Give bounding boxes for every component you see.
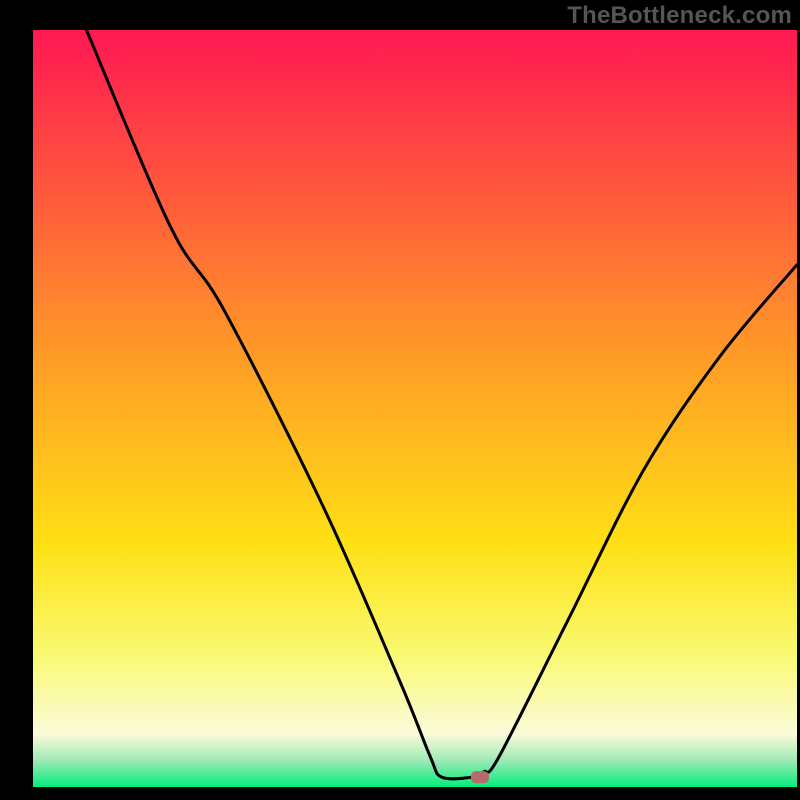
watermark-text: TheBottleneck.com: [567, 2, 792, 30]
optimal-point-marker: [471, 771, 489, 783]
bottleneck-chart: [0, 0, 800, 800]
